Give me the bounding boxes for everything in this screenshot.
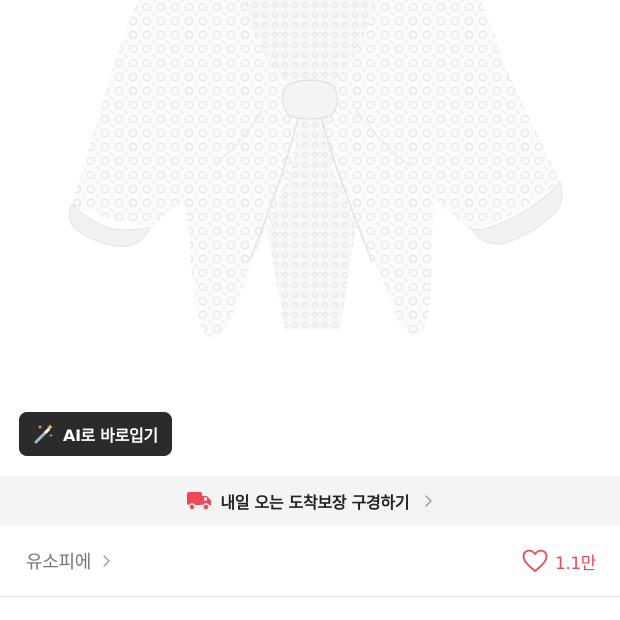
delivery-guarantee-banner[interactable]: 내일 오는 도착보장 구경하기: [0, 476, 620, 526]
divider: [0, 596, 620, 597]
store-row: 유소피에 1.1만: [0, 526, 620, 596]
chevron-right-icon: [425, 495, 433, 507]
chevron-right-icon: [103, 555, 110, 567]
delivery-guarantee-text: 내일 오는 도착보장 구경하기: [220, 493, 410, 512]
store-name: 유소피에: [26, 552, 92, 573]
magic-wand-icon: [34, 424, 53, 444]
product-photo: [0, 0, 620, 476]
truck-icon: [186, 492, 211, 511]
store-link[interactable]: 유소피에: [26, 526, 111, 596]
ai-try-on-button[interactable]: AI로 바로입기: [19, 412, 173, 456]
like-button[interactable]: 1.1만: [522, 526, 596, 596]
ai-try-on-label: AI로 바로입기: [63, 426, 159, 445]
product-image[interactable]: [0, 0, 620, 476]
heart-outline-icon: [522, 549, 548, 572]
like-count: 1.1만: [554, 553, 596, 574]
